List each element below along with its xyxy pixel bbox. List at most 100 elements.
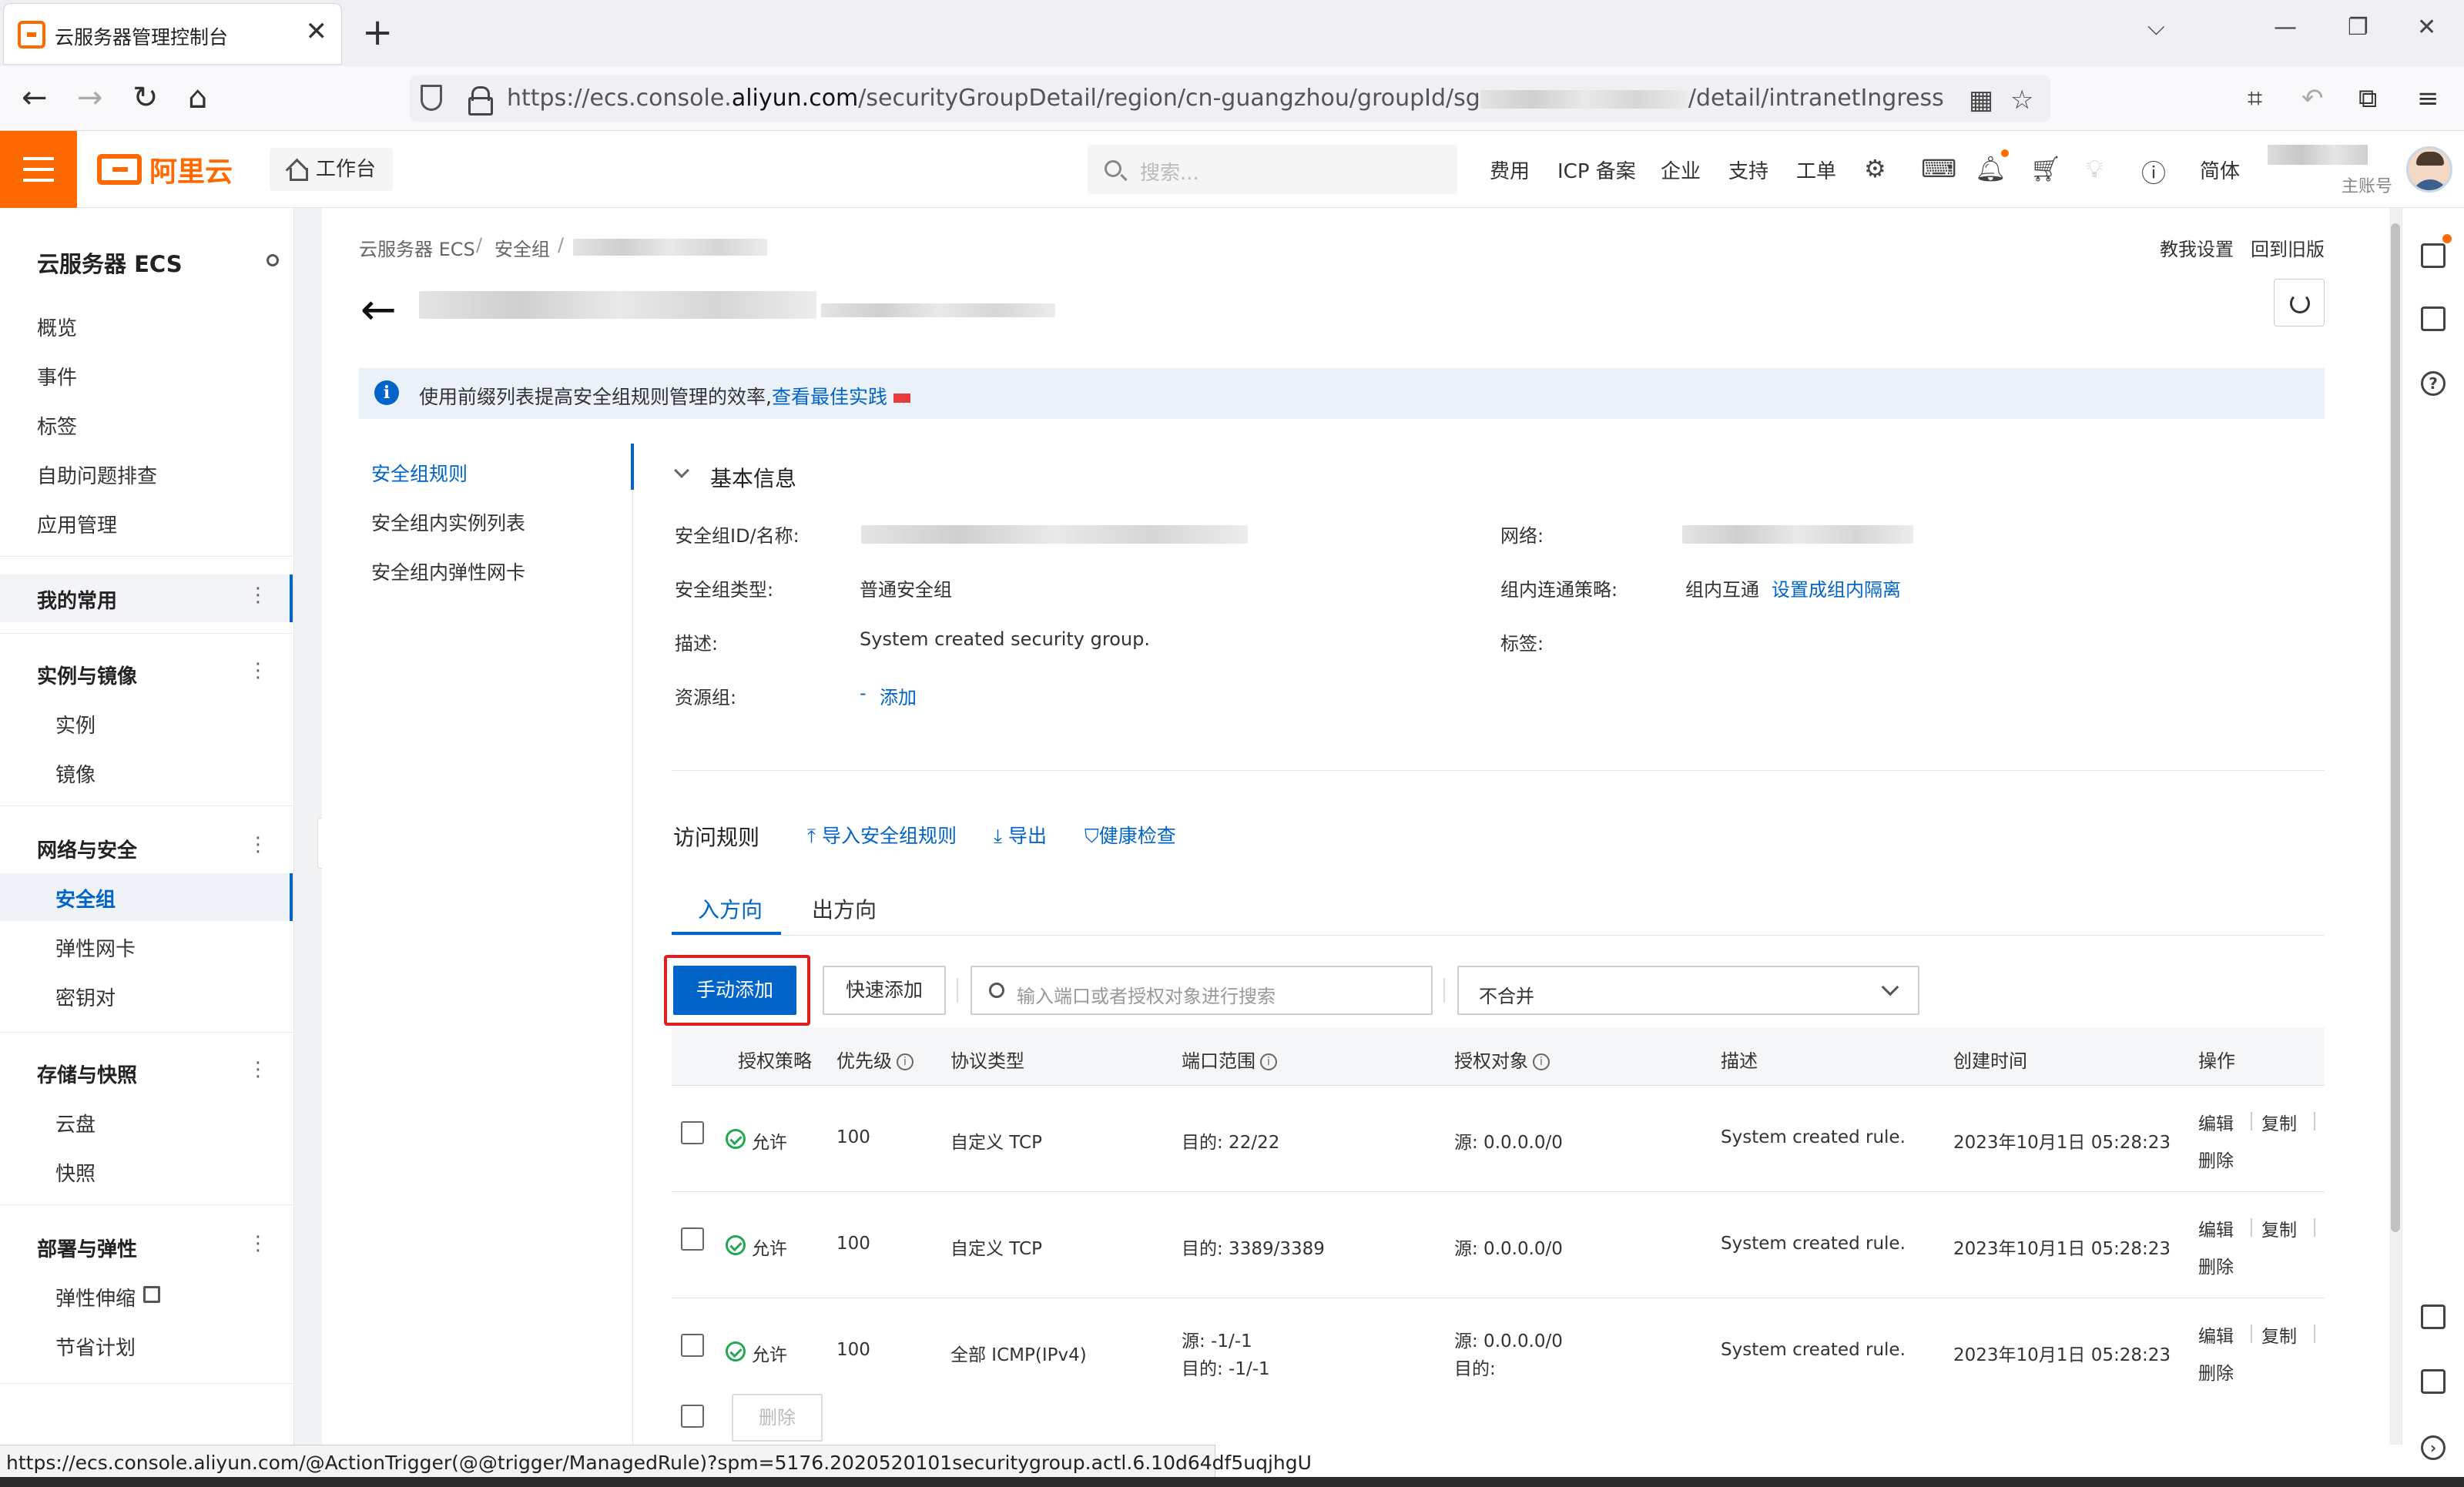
more-icon[interactable]: ⋮	[248, 1232, 268, 1255]
sidebar-item-security-group[interactable]: 安全组	[55, 884, 116, 913]
collapse-chevron-icon[interactable]	[674, 463, 689, 478]
sidebar-item-keypair[interactable]: 密钥对	[55, 983, 116, 1011]
close-window-icon[interactable]: ✕	[2417, 14, 2436, 41]
quick-add-button[interactable]: 快速添加	[823, 966, 946, 1015]
guide-link[interactable]: 教我设置	[2160, 234, 2234, 261]
sidebar-group-deploy[interactable]: 部署与弹性	[37, 1234, 137, 1262]
minimize-icon[interactable]: —	[2274, 14, 2297, 41]
forward-icon[interactable]: →	[77, 80, 103, 116]
checklist-icon[interactable]	[2421, 306, 2446, 331]
edit-rule-link[interactable]: 编辑	[2198, 1215, 2234, 1241]
sidebar-item-instances[interactable]: 实例	[55, 710, 96, 738]
notification-bell-icon[interactable]: 🔔︎	[1975, 154, 2006, 183]
header-link-ticket[interactable]: 工单	[1796, 156, 1836, 184]
sidebar-group-storage[interactable]: 存储与快照	[37, 1060, 137, 1088]
row-checkbox[interactable]	[681, 1227, 704, 1251]
global-search-input[interactable]: 搜索...	[1088, 145, 1457, 194]
copy-rule-link[interactable]: 复制	[2261, 1215, 2297, 1241]
inner-nav-rules[interactable]: 安全组规则	[371, 459, 468, 487]
set-isolation-link[interactable]: 设置成组内隔离	[1772, 574, 1901, 601]
sidebar-item-disk[interactable]: 云盘	[55, 1109, 96, 1137]
inner-nav-enis[interactable]: 安全组内弹性网卡	[371, 558, 525, 585]
best-practice-link[interactable]: 查看最佳实践	[772, 386, 887, 408]
sidebar-item-autoscaling[interactable]: 弹性伸缩	[55, 1283, 136, 1311]
sidebar-group-favorites[interactable]: 我的常用	[37, 585, 117, 614]
undo-icon[interactable]: ↶	[2301, 83, 2324, 114]
language-switch[interactable]: 简体	[2200, 156, 2240, 184]
add-resource-group-link[interactable]: 添加	[880, 682, 917, 709]
avatar[interactable]	[2406, 146, 2452, 193]
sidebar-search-icon[interactable]	[267, 254, 279, 266]
sidebar-group-instances[interactable]: 实例与镜像	[37, 661, 137, 689]
chat-icon[interactable]	[2421, 1369, 2446, 1394]
merge-select[interactable]: 不合并	[1457, 966, 1919, 1015]
sidebar-group-network[interactable]: 网络与安全	[37, 835, 137, 863]
sidebar-item-overview[interactable]: 概览	[37, 313, 77, 341]
aliyun-logo[interactable]: 阿里云	[97, 152, 233, 188]
book-icon[interactable]	[2421, 243, 2446, 268]
sidebar-item-events[interactable]: 事件	[37, 362, 77, 390]
header-link-enterprise[interactable]: 企业	[1661, 156, 1701, 184]
old-version-link[interactable]: 回到旧版	[2251, 234, 2325, 261]
health-check-link[interactable]: ⛉健康检查	[1084, 821, 1176, 849]
more-icon[interactable]: ⋮	[248, 584, 268, 607]
bulk-delete-button[interactable]: 删除	[732, 1394, 823, 1442]
sidebar-item-eni[interactable]: 弹性网卡	[55, 933, 136, 962]
sidebar-item-troubleshoot[interactable]: 自助问题排查	[37, 461, 157, 489]
code-icon[interactable]: ⚙	[1864, 154, 1886, 183]
row-checkbox[interactable]	[681, 1334, 704, 1357]
cart-icon[interactable]: 🛒︎	[2030, 154, 2062, 183]
terminal-icon[interactable]: ⌨	[1921, 154, 1956, 183]
browser-tab[interactable]: 云服务器管理控制台 ✕	[3, 3, 342, 65]
rule-search-input[interactable]: 输入端口或者授权对象进行搜索	[971, 966, 1433, 1015]
edit-icon[interactable]	[2421, 1304, 2446, 1329]
row-checkbox[interactable]	[681, 1121, 704, 1144]
sidebar-item-snapshot[interactable]: 快照	[55, 1158, 96, 1187]
back-arrow-icon[interactable]: ←	[360, 285, 397, 335]
copy-rule-link[interactable]: 复制	[2261, 1109, 2297, 1135]
header-link-billing[interactable]: 费用	[1490, 156, 1530, 184]
edit-rule-link[interactable]: 编辑	[2198, 1109, 2234, 1135]
more-icon[interactable]: ⋮	[248, 1058, 268, 1081]
import-rules-link[interactable]: ⤒ 导入安全组规则	[807, 821, 957, 849]
lock-icon[interactable]	[468, 86, 493, 116]
sidebar-item-savings-plan[interactable]: 节省计划	[55, 1332, 136, 1361]
tab-ingress[interactable]: 入方向	[698, 893, 763, 924]
lightbulb-icon[interactable]: 💡︎	[2086, 154, 2103, 184]
sidebar-item-images[interactable]: 镜像	[55, 759, 96, 788]
back-icon[interactable]: ←	[22, 80, 48, 116]
extensions-icon[interactable]: ⧉	[2358, 83, 2377, 114]
delete-rule-link[interactable]: 删除	[2198, 1252, 2234, 1278]
crop-icon[interactable]: ⌗	[2248, 83, 2262, 114]
close-tab-icon[interactable]: ✕	[306, 16, 328, 47]
copy-rule-link[interactable]: 复制	[2261, 1321, 2297, 1348]
tracking-shield-icon[interactable]	[421, 85, 442, 111]
new-tab-icon[interactable]: +	[362, 11, 393, 54]
account-name-redacted[interactable]	[2268, 145, 2368, 165]
scrollbar-thumb[interactable]	[2391, 223, 2400, 1232]
header-link-support[interactable]: 支持	[1728, 156, 1768, 184]
refresh-button[interactable]	[2274, 279, 2325, 327]
delete-rule-link[interactable]: 删除	[2198, 1358, 2234, 1385]
menu-icon[interactable]: ≡	[2417, 83, 2439, 114]
page-scrollbar[interactable]	[2389, 208, 2402, 1445]
more-icon[interactable]: ⋮	[248, 833, 268, 856]
sidebar-item-app-management[interactable]: 应用管理	[37, 510, 117, 538]
address-bar[interactable]: https://ecs.console.aliyun.com/securityG…	[410, 75, 2050, 122]
edit-rule-link[interactable]: 编辑	[2198, 1321, 2234, 1348]
breadcrumb-security-group[interactable]: 安全组	[494, 234, 550, 261]
header-link-icp[interactable]: ICP 备案	[1557, 156, 1636, 184]
help-icon[interactable]: ⓘ	[2141, 154, 2166, 189]
breadcrumb-ecs[interactable]: 云服务器 ECS	[359, 234, 475, 261]
workbench-button[interactable]: 工作台	[270, 148, 394, 191]
help-icon[interactable]: ?	[2421, 371, 2446, 396]
sidebar-item-tags[interactable]: 标签	[37, 411, 77, 440]
inner-nav-instances[interactable]: 安全组内实例列表	[371, 508, 525, 536]
more-icon[interactable]: ⋮	[248, 659, 268, 682]
bookmark-star-icon[interactable]: ☆	[2010, 85, 2033, 116]
export-link[interactable]: ⤓ 导出	[994, 821, 1047, 849]
expand-right-icon[interactable]: ›	[2421, 1435, 2446, 1460]
delete-rule-link[interactable]: 删除	[2198, 1146, 2234, 1172]
home-icon[interactable]: ⌂	[188, 80, 207, 116]
qr-code-icon[interactable]: ▦	[1969, 85, 1993, 116]
